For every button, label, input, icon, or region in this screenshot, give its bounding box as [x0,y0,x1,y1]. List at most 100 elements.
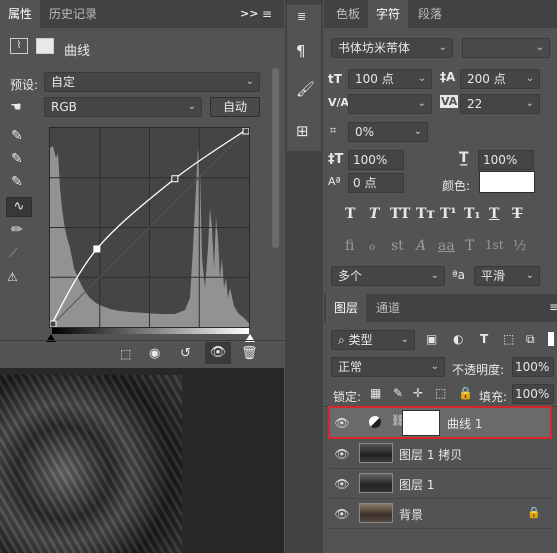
curves-adjustment-icon: ⌇ [10,38,28,54]
layer-name: 图层 1 拷贝 [399,448,463,462]
fractions-button[interactable]: ½ [513,238,527,254]
leading-dropdown[interactable]: 200 点 ⌄ [460,69,540,89]
lock-all-icon[interactable]: 🔒 [458,386,473,400]
chevron-down-icon: ⌄ [417,98,426,109]
lock-image-icon[interactable]: ✎ [393,386,403,400]
pencil-draw-icon[interactable]: ✏ [11,222,23,238]
tab-swatches[interactable]: 色板 [328,0,368,28]
font-family-value: 书体坊米芾体 [338,41,411,55]
baseline-shift-input[interactable]: 0 点 [348,173,404,193]
eyedropper-gray-icon[interactable]: ✎ [11,151,23,167]
antialias-dropdown[interactable]: 平滑 ⌄ [474,266,540,286]
visibility-eye-icon[interactable]: 👁 [333,447,351,461]
small-caps-button[interactable]: Tт [416,206,435,222]
filter-toggle[interactable] [548,332,554,346]
vertical-scale-input[interactable]: 100% [348,150,404,170]
kerning-dropdown[interactable]: ⌄ [348,94,432,114]
filter-adjustment-icon[interactable]: ◐ [453,332,463,346]
font-family-dropdown[interactable]: 书体坊米芾体 ⌄ [331,38,453,58]
layer-row-background[interactable]: 👁 背景 🔒 [329,499,552,529]
curves-graph[interactable] [49,127,250,328]
eyedropper-white-icon[interactable]: ✎ [11,174,23,190]
layer-row-layer1-copy[interactable]: 👁 图层 1 拷贝 [329,439,552,469]
swash-button[interactable]: A [416,238,426,254]
text-color-swatch[interactable] [479,171,535,193]
curve-point[interactable] [93,245,101,253]
preset-value: 自定 [51,75,76,89]
filter-type-icon[interactable]: T [480,332,488,346]
faux-italic-button[interactable]: T [369,206,379,222]
filter-shape-icon[interactable]: ⬚ [503,332,514,346]
lock-artboard-icon[interactable]: ⬚ [435,386,446,400]
clip-to-layer-icon[interactable]: ⬚ [120,347,131,361]
channel-value: RGB [51,100,77,114]
adjustments-icon[interactable]: ⊞ [296,122,309,140]
discretionary-ligatures-button[interactable]: st [391,238,404,254]
filter-smart-object-icon[interactable]: ⧉ [526,332,535,347]
font-style-dropdown[interactable]: ⌄ [462,38,550,58]
curve-point[interactable] [242,128,249,135]
toggle-visibility-icon[interactable]: 👁 [205,342,231,364]
curve-edit-points-icon[interactable]: ∿ [6,197,32,217]
language-value: 多个 [338,269,363,283]
filter-pixel-icon[interactable]: ▣ [426,332,437,346]
curve-point[interactable] [50,320,57,327]
ligatures-button[interactable]: fi [345,238,354,254]
target-adjustment-tool-icon[interactable]: ☚ [10,100,22,115]
eyedropper-black-icon[interactable]: ✎ [11,128,23,144]
auto-button[interactable]: 自动 [210,97,260,117]
lock-position-icon[interactable]: ✛ [413,386,423,400]
layer-row-layer1[interactable]: 👁 图层 1 [329,469,552,499]
fill-value: 100% [515,387,550,401]
tab-channels[interactable]: 通道 [368,294,408,322]
curve-point[interactable] [171,175,179,183]
blend-mode-dropdown[interactable]: 正常 ⌄ [331,357,445,377]
panel-menu-icon[interactable]: ≡ [262,7,272,21]
clipping-warning-icon[interactable]: ⚠ [7,270,18,284]
layer-mask-icon[interactable] [36,38,54,54]
view-previous-state-icon[interactable]: ◉ [149,346,160,361]
visibility-eye-icon[interactable]: 👁 [333,477,351,491]
language-dropdown[interactable]: 多个 ⌄ [331,266,445,286]
tsume-value: 0% [355,125,375,139]
lock-transparent-icon[interactable]: ▦ [370,386,381,400]
paragraph-styles-icon[interactable]: ¶ [296,42,306,60]
ordinals-button[interactable]: 1st [485,238,504,252]
filter-value: 类型 [348,333,373,347]
reset-icon[interactable]: ↺ [180,346,191,361]
superscript-button[interactable]: T¹ [440,206,457,222]
tab-paragraph[interactable]: 段落 [410,0,450,28]
subscript-button[interactable]: T₁ [464,206,481,222]
collapse-panel-button[interactable]: >> [240,7,258,20]
delete-icon[interactable]: 🗑 [241,346,258,361]
faux-bold-button[interactable]: T [345,206,355,222]
tsume-dropdown[interactable]: 0% ⌄ [348,122,428,142]
channel-dropdown[interactable]: RGB ⌄ [44,97,202,117]
visibility-eye-icon[interactable]: 👁 [333,507,351,521]
chevron-down-icon: ⌄ [400,334,409,345]
brush-settings-icon[interactable]: 🖌 [296,80,315,98]
contextual-alternates-button[interactable]: ℴ [369,238,375,254]
layers-menu-icon[interactable]: ≡ [549,300,557,314]
tab-layers[interactable]: 图层 [326,294,367,322]
smooth-curve-icon[interactable]: ⟋ [9,246,17,261]
preset-dropdown[interactable]: 自定 ⌄ [44,72,260,92]
titling-alternates-button[interactable]: T [465,238,474,254]
horizontal-scale-input[interactable]: 100% [478,150,534,170]
layer-thumbnail [359,473,393,493]
font-size-icon: tT [328,72,342,86]
tab-history[interactable]: 历史记录 [41,0,105,28]
fill-dropdown[interactable]: 100% [512,384,554,404]
underline-button[interactable]: T [489,206,499,222]
strikethrough-button[interactable]: T [512,206,522,222]
lock-icon: 🔒 [527,506,541,519]
all-caps-button[interactable]: TT [390,206,410,222]
opacity-dropdown[interactable]: 100% [512,357,554,377]
layer-filter-dropdown[interactable]: ⌕ 类型 ⌄ [331,330,415,350]
font-size-dropdown[interactable]: 100 点 ⌄ [348,69,432,89]
tab-properties[interactable]: 属性 [0,0,40,28]
tab-character[interactable]: 字符 [368,0,409,28]
properties-scrollbar[interactable] [272,68,279,248]
tracking-dropdown[interactable]: 22 ⌄ [460,94,540,114]
stylistic-alternates-button[interactable]: aa [438,238,455,254]
